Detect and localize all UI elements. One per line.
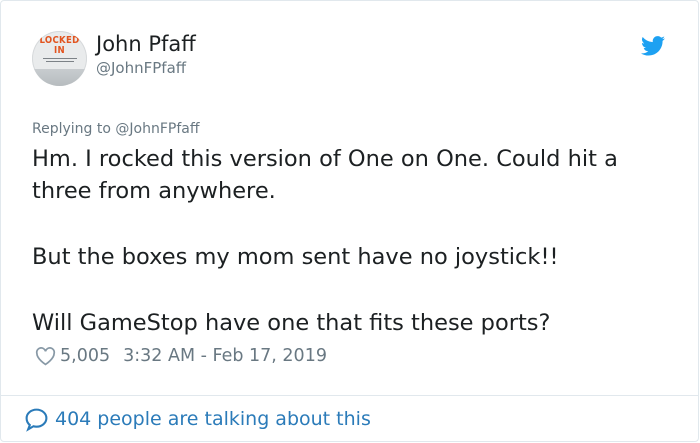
twitter-bird-icon[interactable]	[641, 36, 665, 56]
author-name[interactable]: John Pfaff	[96, 32, 196, 56]
timestamp[interactable]: 3:32 AM - Feb 17, 2019	[123, 346, 327, 366]
divider	[1, 395, 698, 396]
speech-bubble-icon	[25, 408, 48, 432]
conversation-count-text[interactable]: 404 people are talking about this	[55, 408, 371, 430]
conversation-link[interactable]: 404 people are talking about this	[24, 405, 371, 433]
heart-icon[interactable]	[35, 346, 56, 366]
tweet-card: LOCKED IN John Pfaff @JohnFPfaff Replyin…	[0, 0, 699, 442]
like-count[interactable]: 5,005	[60, 346, 110, 366]
avatar-logo-text: LOCKED IN	[39, 35, 80, 56]
author-handle[interactable]: @JohnFPfaff	[96, 59, 186, 77]
tweet-header: LOCKED IN John Pfaff @JohnFPfaff	[32, 31, 668, 87]
tweet-paragraph: Will GameStop have one that fits these p…	[32, 310, 551, 336]
tweet-paragraph: Hm. I rocked this version of One on One.…	[32, 146, 618, 204]
tweet-paragraph: But the boxes my mom sent have no joysti…	[32, 244, 559, 270]
avatar-subtitle-lines	[41, 58, 78, 64]
avatar[interactable]: LOCKED IN	[32, 31, 87, 86]
avatar-skyline	[32, 69, 87, 86]
tweet-text: Hm. I rocked this version of One on One.…	[32, 143, 672, 339]
replying-to[interactable]: Replying to @JohnFPfaff	[32, 120, 199, 138]
tweet-meta: 5,005 3:32 AM - Feb 17, 2019	[35, 344, 327, 368]
